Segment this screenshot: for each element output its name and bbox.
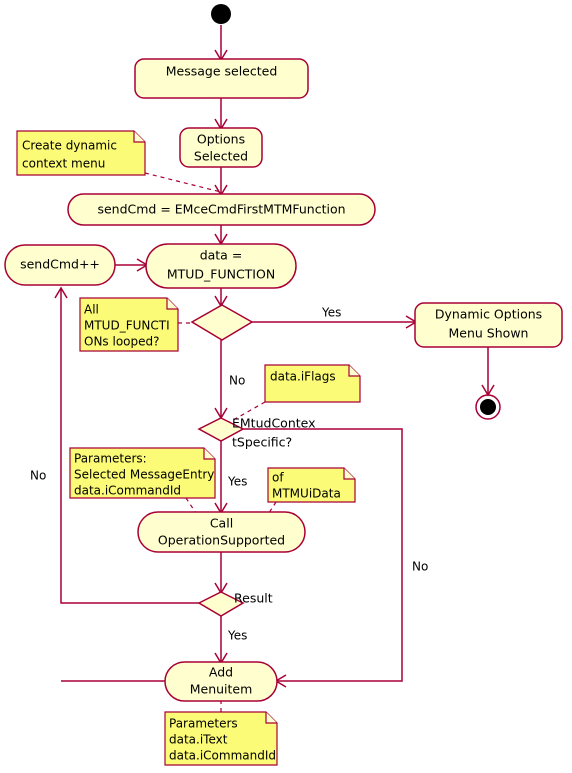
activity-send-cmd-increment[interactable]: sendCmd++ [4,244,116,286]
decision-result[interactable]: Result [197,591,273,617]
note-parameters-bottom-line3: data.iCommandId [169,749,276,763]
state-dynamic-options-line2: Menu Shown [449,326,529,341]
note-parameters-bottom-line2: data.iText [169,733,228,747]
note-parameters-bottom-line1: Parameters [169,717,238,731]
edge-dynamic-options-to-end [481,347,495,397]
state-options-selected-line1: Options [197,132,245,147]
activity-send-cmd-first[interactable]: sendCmd = EMceCmdFirstMTMFunction [67,193,376,226]
note-data-iflags: data.iFlags [264,364,361,403]
decision-context-specific[interactable]: EMtudContex tSpecific? [197,416,316,450]
state-message-selected[interactable]: Message selected [134,58,309,99]
note-parameters-selected-line1: Parameters: [74,452,147,466]
note-of-mtmuidata-line2: MTMUiData [272,487,341,501]
activity-add-menuitem-line2: Menuitem [190,682,253,697]
activity-data-mtud-line1: data = [200,248,243,263]
edge-label-result-yes: Yes [227,629,247,643]
edge-data-mtud-to-decision-looped [214,288,228,308]
activity-add-menuitem[interactable]: Add Menuitem [164,661,278,702]
activity-send-cmd-increment-label: sendCmd++ [20,257,100,272]
note-create-context-menu-line2: context menu [22,157,105,171]
edge-label-looped-yes: Yes [321,306,341,320]
edge-label-looped-no: No [229,374,245,388]
activity-diagram-svg: Dynamic Options Menu Shown --> decision … [4,4,563,766]
edge-send-cmd-first-to-data-mtud [214,224,228,246]
activity-data-mtud-function[interactable]: data = MTUD_FUNCTION [145,243,297,289]
state-dynamic-options-line1: Dynamic Options [435,307,542,322]
note-all-functions-looped-line2: MTUD_FUNCTI [84,319,170,333]
activity-call-operation-line2: OperationSupported [158,533,285,548]
edge-context-yes-to-call-operation [214,441,228,515]
note-all-functions-looped: All MTUD_FUNCTI ONs looped? [79,297,179,352]
initial-node [211,4,231,24]
note-data-iflags-line1: data.iFlags [270,370,336,384]
state-message-selected-label: Message selected [166,64,278,79]
activity-send-cmd-first-label: sendCmd = EMceCmdFirstMTMFunction [97,202,345,217]
activity-call-operation-supported[interactable]: Call OperationSupported [137,511,306,553]
edge-label-result-no: No [30,469,46,483]
note-parameters-selected-line3: data.iCommandId [74,484,181,498]
edge-message-selected-to-options-selected [214,98,228,131]
decision-result-label: Result [234,591,273,606]
activity-call-operation-line1: Call [210,516,233,531]
state-dynamic-options-menu-shown[interactable]: Dynamic Options Menu Shown [414,302,563,348]
edge-start-to-message-selected [214,25,228,62]
state-options-selected-line2: Selected [194,149,248,164]
note-parameters-selected: Parameters: Selected MessageEntry data.i… [69,447,216,499]
edge-send-cmd-increment-to-data-mtud [115,258,149,272]
activity-data-mtud-line2: MTUD_FUNCTION [167,267,275,282]
note-create-context-menu: Create dynamic context menu [16,130,146,176]
edge-label-context-no: No [412,560,428,574]
decision-context-specific-line1: EMtudContex [232,416,316,431]
state-options-selected[interactable]: Options Selected [179,127,263,168]
activity-diagram-canvas: Dynamic Options Menu Shown --> decision … [0,0,572,773]
edge-decision-looped-no-to-context-decision [214,340,228,420]
note-of-mtmuidata: of MTMUiData [267,467,356,503]
edge-result-yes-to-add-menuitem [214,616,228,665]
note-parameters-bottom: Parameters data.iText data.iCommandId [164,711,278,766]
note-parameters-selected-line2: Selected MessageEntry [74,468,214,482]
note-of-mtmuidata-line1: of [272,471,284,485]
decision-all-functions-looped[interactable] [190,304,254,341]
decision-context-specific-line2: tSpecific? [232,435,292,450]
note-create-context-menu-line1: Create dynamic [22,139,117,153]
edge-call-operation-to-decision-result [214,552,228,595]
note-all-functions-looped-line1: All [84,303,99,317]
note-all-functions-looped-line3: ONs looped? [84,335,160,349]
final-node [475,394,501,420]
note-link-create-context-menu [144,172,222,193]
edge-label-context-yes: Yes [227,475,247,489]
activity-add-menuitem-line1: Add [209,665,233,680]
